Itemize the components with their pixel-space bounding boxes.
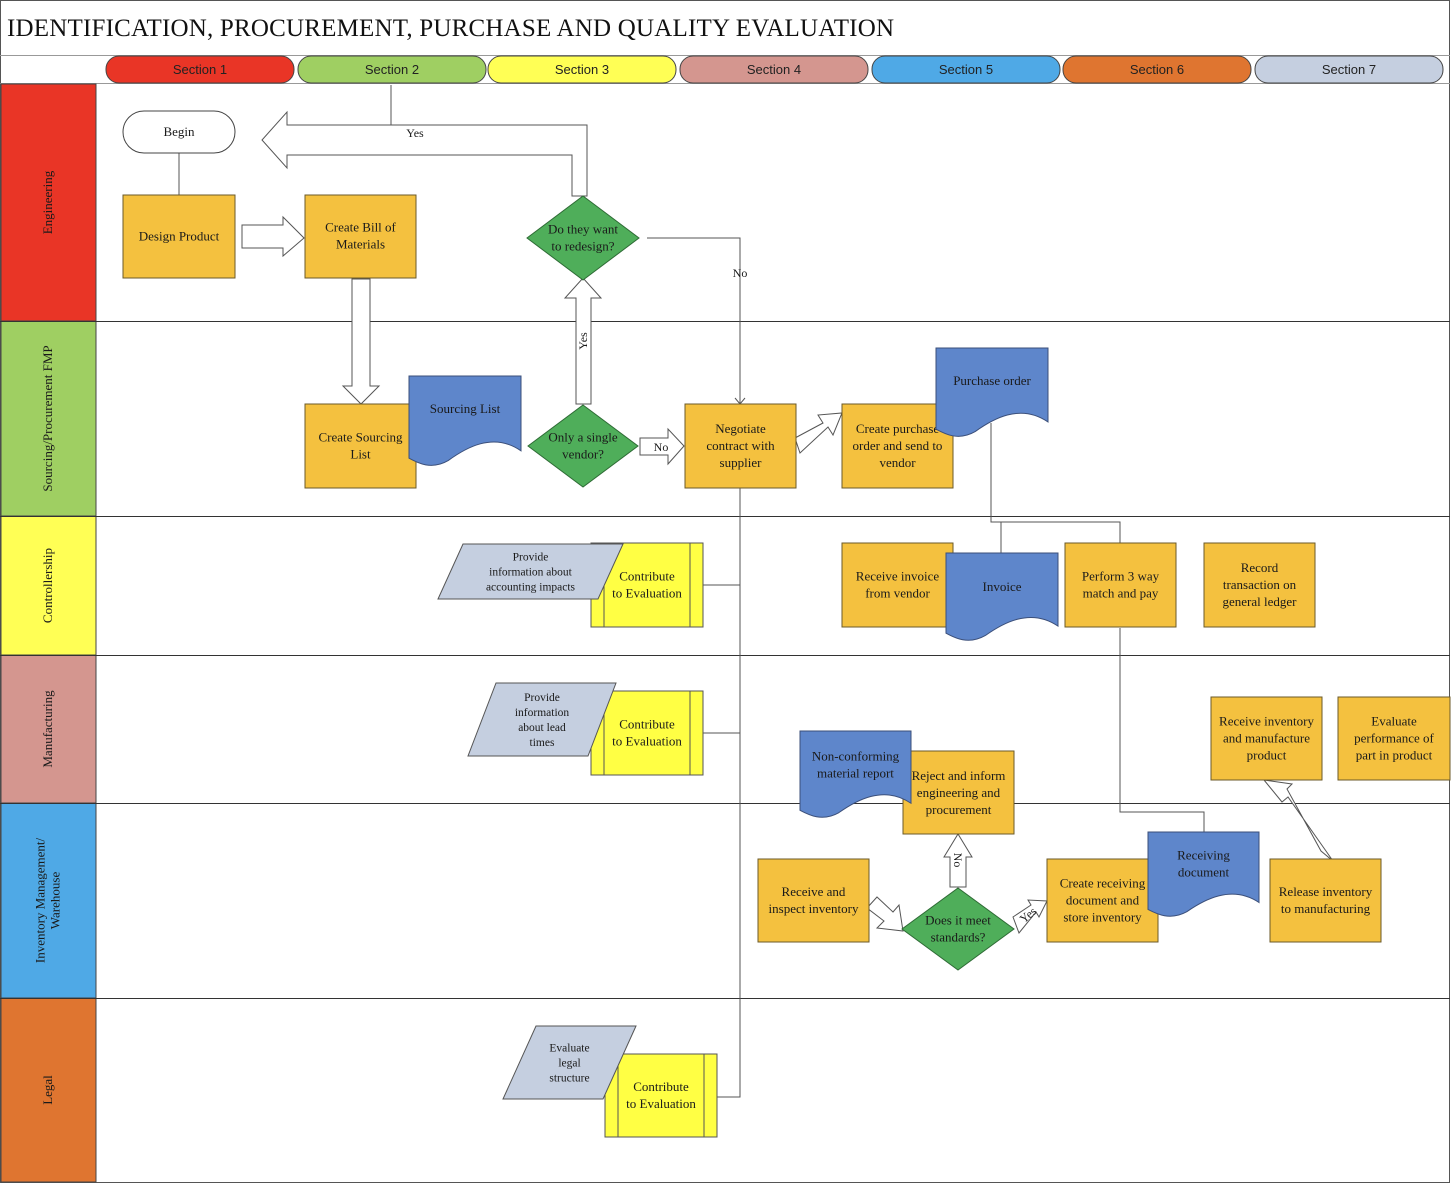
node-receive-invoice[interactable]: Receive invoice from vendor [841, 542, 954, 628]
label-standards-no: No [951, 853, 965, 868]
section-header-7: Section 7 [1254, 55, 1444, 84]
section-label: Section 5 [939, 62, 993, 77]
section-label: Section 4 [747, 62, 801, 77]
node-reject-inform[interactable]: Reject and inform engineering and procurem… [902, 750, 1015, 835]
swimlane-diagram: IDENTIFICATION, PROCUREMENT, PURCHASE AN… [0, 0, 1452, 1184]
section-header-1: Section 1 [105, 55, 295, 84]
lane-label: Sourcing/Procurement FMP [40, 345, 55, 491]
node-provide-accounting[interactable]: Provide information about accounting impac… [437, 543, 624, 600]
label-single-vendor-no: No [654, 440, 669, 454]
diagram-title: IDENTIFICATION, PROCUREMENT, PURCHASE AN… [7, 15, 894, 42]
section-label: Section 1 [173, 62, 227, 77]
lane-engineering: Engineering [0, 83, 97, 322]
node-receive-manufacture[interactable]: Receive inventory and manufacture product [1210, 696, 1323, 781]
lane-label: Engineering [40, 170, 55, 234]
section-label: Section 7 [1322, 62, 1376, 77]
node-text: Design Product [139, 229, 220, 244]
node-receive-inspect[interactable]: Receive and inspect inventory [757, 858, 870, 943]
section-headers: Section 1 Section 2 Section 3 Section 4 Sect… [105, 55, 1444, 84]
node-record-transaction[interactable]: Record transaction on general ledger [1203, 542, 1316, 628]
section-header-5: Section 5 [871, 55, 1061, 84]
node-evaluate-performance[interactable]: Evaluate performance of part in product [1337, 696, 1451, 781]
node-begin[interactable]: Begin [122, 110, 236, 154]
node-text: Create receiving document and store invent… [1060, 876, 1146, 925]
node-create-sourcing-list[interactable]: Create Sourcing List [304, 403, 417, 489]
node-create-bom[interactable]: Create Bill of Materials [304, 194, 417, 279]
section-header-6: Section 6 [1062, 55, 1252, 84]
section-header-4: Section 4 [679, 55, 869, 84]
section-header-2: Section 2 [297, 55, 487, 84]
label-redesign-no: No [733, 266, 748, 280]
node-text: Sourcing List [430, 401, 501, 416]
node-release-inventory[interactable]: Release inventory to manufacturing [1269, 858, 1382, 943]
label-single-vendor-yes: Yes [576, 332, 590, 350]
node-create-receiving[interactable]: Create receiving document and store invent… [1046, 858, 1159, 943]
section-label: Section 6 [1130, 62, 1184, 77]
node-text: Begin [163, 124, 195, 139]
node-three-way-match[interactable]: Perform 3 way match and pay [1064, 542, 1177, 628]
node-text: Purchase order [953, 373, 1031, 388]
diagram-canvas: IDENTIFICATION, PROCUREMENT, PURCHASE AN… [0, 0, 1451, 1183]
node-text: Reject and inform engineering and procurem… [912, 768, 1006, 817]
node-negotiate-contract[interactable]: Negotiate contract with supplier [684, 403, 797, 489]
section-header-3: Section 3 [487, 55, 677, 84]
lane-label: Controllership [40, 548, 55, 623]
node-design-product[interactable]: Design Product [122, 194, 236, 279]
lane-label: Manufacturing [40, 690, 55, 768]
node-text: Invoice [983, 579, 1022, 594]
section-label: Section 3 [555, 62, 609, 77]
label-redesign-yes: Yes [406, 126, 424, 140]
lane-label: Legal [40, 1075, 55, 1105]
node-contribute-legal[interactable]: Contribute to Evaluation [604, 1053, 718, 1138]
section-label: Section 2 [365, 62, 419, 77]
